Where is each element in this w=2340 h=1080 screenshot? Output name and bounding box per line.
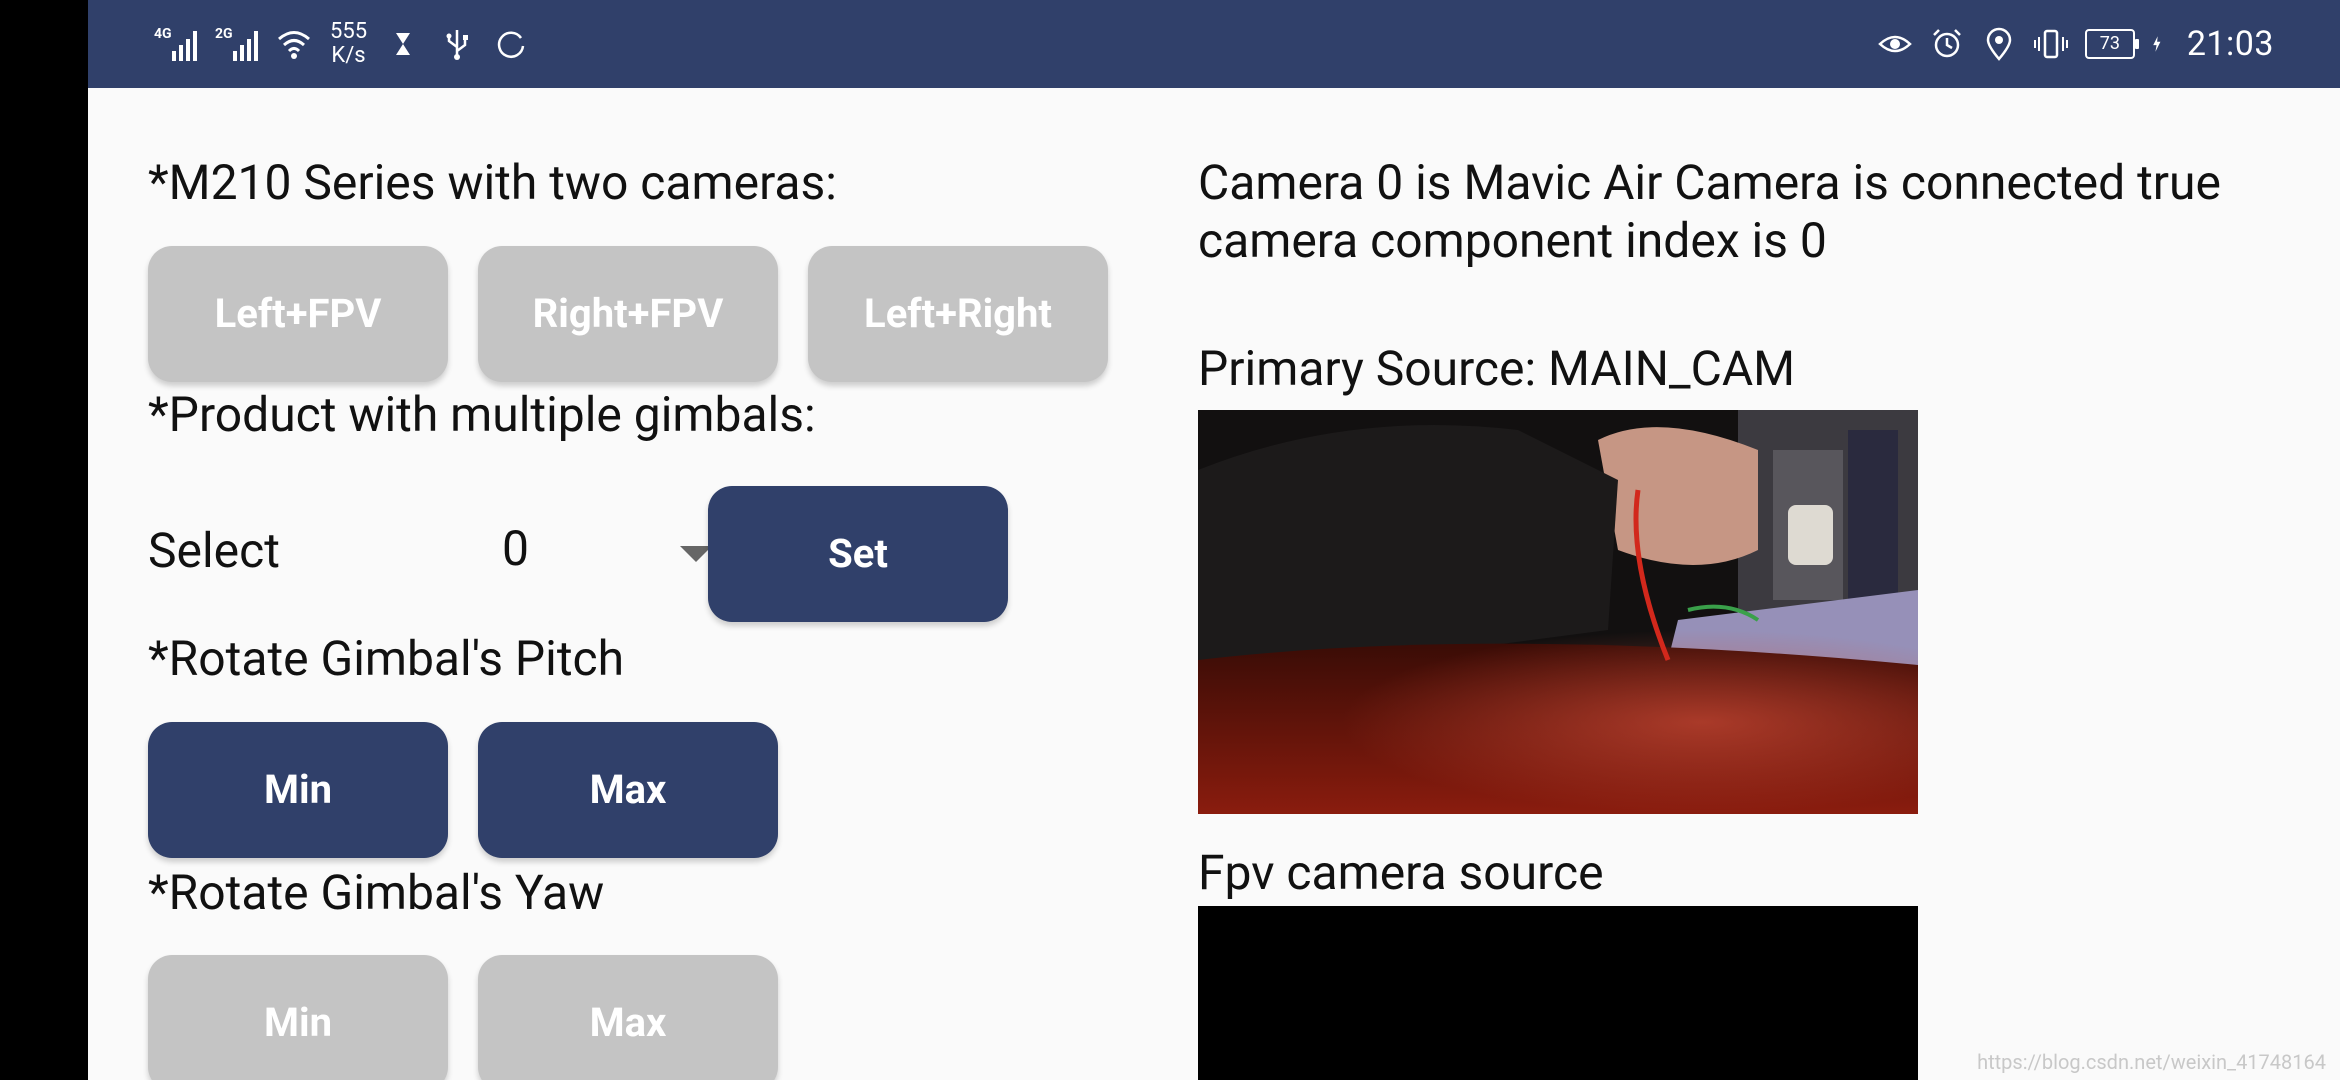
camera-frame-image bbox=[1198, 410, 1918, 814]
battery-level: 73 bbox=[2099, 33, 2120, 54]
gimbal-index-dropdown[interactable]: 0 bbox=[502, 520, 722, 586]
app-screen: 4G 2G 555 K/s 73 21:03 *M210 Series with… bbox=[88, 0, 2340, 1080]
clock: 21:03 bbox=[2186, 24, 2274, 64]
fpv-video-feed[interactable] bbox=[1198, 906, 1918, 1080]
status-bar-right: 73 21:03 bbox=[1877, 18, 2274, 70]
battery-icon: 73 bbox=[2084, 29, 2139, 59]
camera-status-line-2: camera component index is 0 bbox=[1198, 212, 1827, 269]
hourglass-icon bbox=[396, 33, 411, 55]
speed-unit: K/s bbox=[331, 43, 366, 68]
watermark: https://blog.csdn.net/weixin_41748164 bbox=[1977, 1050, 2326, 1074]
dropdown-value: 0 bbox=[502, 520, 529, 577]
m210-section-title: *M210 Series with two cameras: bbox=[148, 154, 837, 211]
gimbals-section-title: *Product with multiple gimbals: bbox=[148, 386, 816, 443]
wifi-icon bbox=[278, 31, 310, 59]
status-bar: 4G 2G 555 K/s 73 21:03 bbox=[88, 0, 2340, 88]
sync-icon bbox=[497, 31, 525, 58]
right-fpv-button[interactable]: Right+FPV bbox=[478, 246, 778, 382]
alarm-icon bbox=[1932, 29, 1961, 58]
yaw-min-button[interactable]: Min bbox=[148, 955, 448, 1080]
pitch-max-button[interactable]: Max bbox=[478, 722, 778, 858]
charging-icon bbox=[2153, 36, 2161, 52]
left-right-button[interactable]: Left+Right bbox=[808, 246, 1108, 382]
network-type-2: 2G bbox=[215, 26, 233, 42]
speed-value: 555 bbox=[330, 19, 368, 44]
signal-2g-icon: 2G bbox=[215, 27, 258, 61]
pitch-min-button[interactable]: Min bbox=[148, 722, 448, 858]
eye-icon bbox=[1877, 35, 1912, 53]
left-fpv-button[interactable]: Left+FPV bbox=[148, 246, 448, 382]
network-type-1: 4G bbox=[154, 26, 172, 42]
location-icon bbox=[1986, 27, 2012, 61]
primary-video-feed[interactable] bbox=[1198, 410, 1918, 814]
primary-source-label: Primary Source: MAIN_CAM bbox=[1198, 340, 1796, 397]
status-bar-left: 4G 2G 555 K/s bbox=[154, 18, 529, 70]
signal-4g-icon: 4G bbox=[154, 27, 197, 61]
select-label: Select bbox=[148, 522, 280, 579]
yaw-section-title: *Rotate Gimbal's Yaw bbox=[148, 864, 605, 921]
usb-icon bbox=[446, 30, 469, 60]
set-button[interactable]: Set bbox=[708, 486, 1008, 622]
network-speed: 555 K/s bbox=[330, 20, 367, 68]
camera-status-line-1: Camera 0 is Mavic Air Camera is connecte… bbox=[1198, 154, 2221, 211]
pitch-section-title: *Rotate Gimbal's Pitch bbox=[148, 630, 625, 687]
fpv-source-label: Fpv camera source bbox=[1198, 844, 1604, 901]
yaw-max-button[interactable]: Max bbox=[478, 955, 778, 1080]
vibrate-icon bbox=[2033, 29, 2068, 59]
